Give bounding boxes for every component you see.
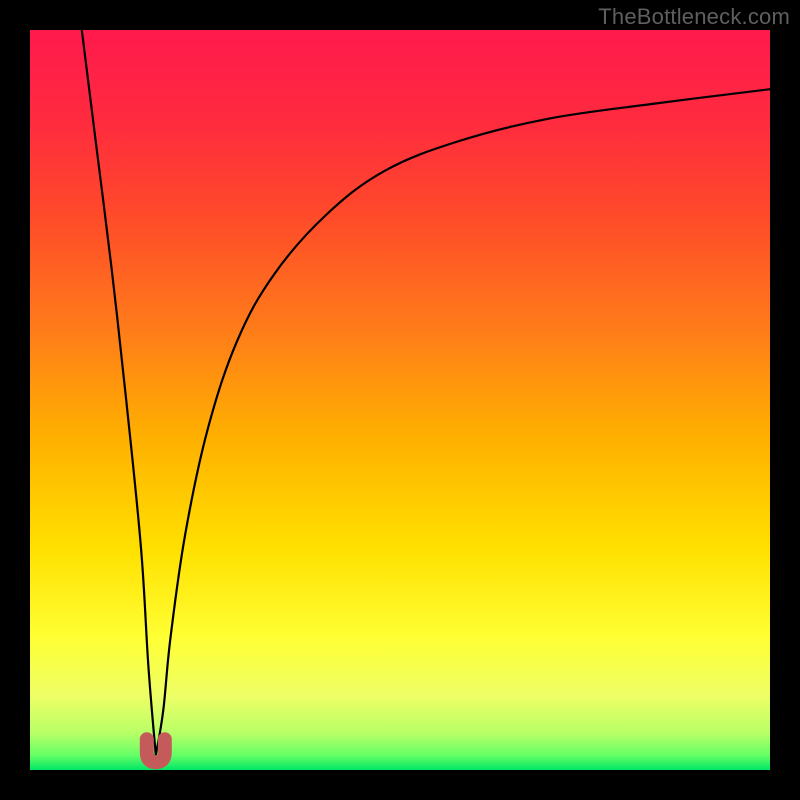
- app-frame: TheBottleneck.com: [0, 0, 800, 800]
- gradient-background: [30, 30, 770, 770]
- chart-area: [30, 30, 770, 770]
- watermark-text: TheBottleneck.com: [598, 4, 790, 30]
- chart-svg: [30, 30, 770, 770]
